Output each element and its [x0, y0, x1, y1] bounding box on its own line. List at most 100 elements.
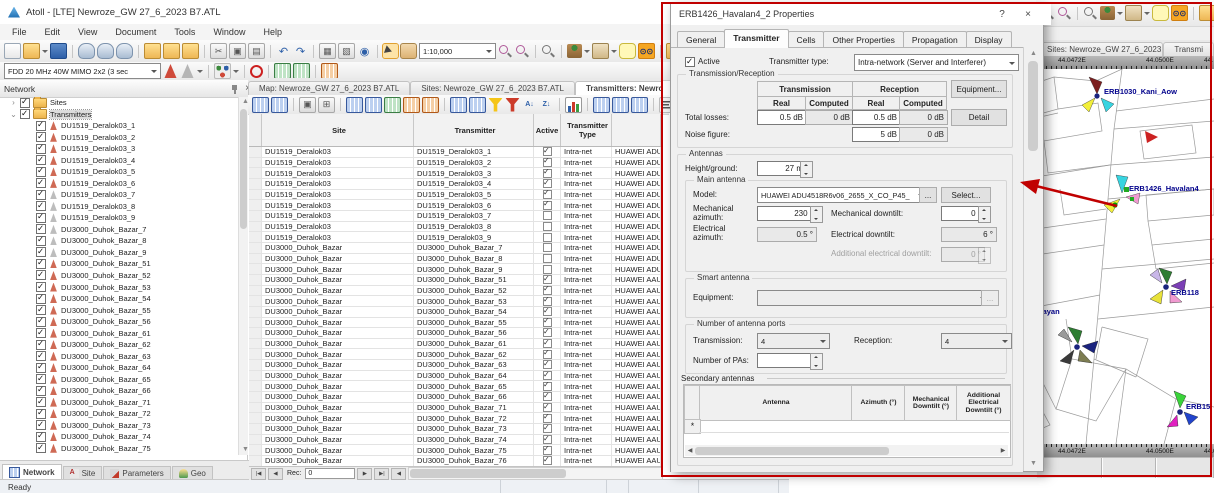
row-selector[interactable] [249, 424, 262, 434]
active-checkbox[interactable] [543, 211, 552, 220]
header-transmitter-type[interactable]: Transmitter Type [561, 114, 612, 146]
tree-item[interactable]: DU1519_Deralok03_1 [0, 120, 238, 132]
tree-checkbox[interactable] [36, 443, 46, 453]
table-hscrollbar[interactable] [408, 467, 663, 480]
tree-item[interactable]: DU3000_Duhok_Bazar_56 [0, 316, 238, 328]
header-equipment[interactable] [612, 114, 661, 146]
sites-table-button[interactable] [274, 63, 291, 79]
active-checkbox[interactable] [543, 169, 552, 178]
tree-checkbox[interactable] [36, 201, 46, 211]
site-pointer-dropdown[interactable] [584, 44, 590, 58]
tree-item[interactable]: DU3000_Duhok_Bazar_71 [0, 396, 238, 408]
dialog-scroll-thumb[interactable] [1028, 61, 1038, 151]
dialog-close-button[interactable]: × [1015, 3, 1041, 25]
database-archive-button[interactable] [116, 43, 133, 59]
tree-checkbox[interactable] [36, 121, 46, 131]
menu-file[interactable]: File [12, 27, 27, 37]
row-selector[interactable] [249, 168, 262, 178]
table-row[interactable]: DU3000_Duhok_Bazar DU3000_Duhok_Bazar_9 … [249, 264, 661, 275]
active-checkbox[interactable] [543, 147, 552, 156]
menu-window[interactable]: Window [213, 27, 245, 37]
table-row[interactable]: DU3000_Duhok_Bazar DU3000_Duhok_Bazar_74… [249, 435, 661, 446]
active-checkbox[interactable] [543, 179, 552, 188]
table-row[interactable]: DU1519_Deralok03 DU1519_Deralok03_8 Intr… [249, 222, 661, 233]
table-row[interactable]: DU1519_Deralok03 DU1519_Deralok03_9 Intr… [249, 232, 661, 243]
measure-dropdown[interactable] [611, 44, 617, 58]
tree-checkbox[interactable] [36, 167, 46, 177]
menu-document[interactable]: Document [115, 27, 156, 37]
tree-checkbox[interactable] [36, 132, 46, 142]
tree-item[interactable]: DU1519_Deralok03_6 [0, 178, 238, 190]
last-record-button[interactable]: ▶| [374, 468, 389, 480]
tree-item[interactable]: DU3000_Duhok_Bazar_74 [0, 431, 238, 443]
number-of-pas-field[interactable] [757, 353, 817, 368]
equipment-button[interactable]: Equipment... [951, 80, 1007, 98]
import-button[interactable] [144, 43, 161, 59]
dialog-tab-other-properties[interactable]: Other Properties [823, 31, 903, 48]
map-measure-button[interactable] [1125, 5, 1142, 21]
tree-checkbox[interactable] [36, 259, 46, 269]
active-checkbox[interactable] [543, 201, 552, 210]
tree-item[interactable]: DU3000_Duhok_Bazar_62 [0, 339, 238, 351]
table-row[interactable]: DU3000_Duhok_Bazar DU3000_Duhok_Bazar_55… [249, 318, 661, 329]
row-selector[interactable] [249, 232, 262, 242]
active-checkbox[interactable] [543, 456, 552, 465]
dialog-tab-propagation[interactable]: Propagation [903, 31, 967, 48]
neighbours-dropdown[interactable] [233, 64, 239, 78]
tree-expander-icon[interactable] [10, 110, 17, 119]
header-site[interactable]: Site [262, 114, 414, 146]
tree-checkbox[interactable] [36, 178, 46, 188]
dialog-help-button[interactable]: ? [989, 3, 1015, 25]
table-row[interactable]: DU3000_Duhok_Bazar DU3000_Duhok_Bazar_64… [249, 371, 661, 382]
row-selector[interactable] [249, 413, 262, 423]
table-row[interactable]: DU3000_Duhok_Bazar DU3000_Duhok_Bazar_8 … [249, 254, 661, 265]
active-checkbox[interactable] [543, 222, 552, 231]
hscroll-left-icon[interactable]: ◀ [391, 468, 406, 480]
table-row[interactable]: DU3000_Duhok_Bazar DU3000_Duhok_Bazar_56… [249, 328, 661, 339]
tree-checkbox[interactable] [36, 386, 46, 396]
noise-figure-real[interactable]: 5 dB [852, 127, 901, 142]
secondary-hscroll-thumb[interactable] [695, 447, 889, 455]
chart-button[interactable] [565, 97, 582, 113]
tree-checkbox[interactable] [36, 432, 46, 442]
total-losses-tx-real[interactable]: 0.5 dB [757, 110, 807, 125]
table-import-button[interactable] [252, 97, 269, 113]
tree-checkbox[interactable] [36, 155, 46, 165]
paste-button[interactable]: ▤ [248, 43, 265, 59]
row-selector[interactable] [249, 286, 262, 296]
menu-tools[interactable]: Tools [174, 27, 195, 37]
dialog-tab-display[interactable]: Display [966, 31, 1012, 48]
zoom-scale-combo[interactable]: 1:10,000 [419, 43, 496, 59]
table-row[interactable]: DU3000_Duhok_Bazar DU3000_Duhok_Bazar_76… [249, 456, 661, 466]
site-pointer-button[interactable] [567, 44, 582, 58]
tree-item[interactable]: DU3000_Duhok_Bazar_54 [0, 293, 238, 305]
panel-tab-geo[interactable]: Geo [172, 466, 213, 480]
ungroup-button[interactable] [612, 97, 629, 113]
active-checkbox[interactable] [543, 275, 552, 284]
model-combo[interactable]: HUAWEI ADU4518R6v06_2655_X_CO_P45_ [757, 187, 928, 203]
active-checkbox[interactable] [543, 382, 552, 391]
row-selector[interactable] [249, 211, 262, 221]
prev-record-button[interactable]: ◀ [268, 468, 283, 480]
tree-item[interactable]: DU3000_Duhok_Bazar_66 [0, 385, 238, 397]
tree-checkbox[interactable] [36, 420, 46, 430]
first-record-button[interactable]: |◀ [251, 468, 266, 480]
tree-item[interactable]: DU1519_Deralok03_7 [0, 189, 238, 201]
smart-equipment-combo[interactable] [757, 290, 990, 306]
table-hscroll-thumb[interactable] [410, 469, 565, 478]
mechanical-azimuth-spinner[interactable] [810, 206, 823, 223]
active-checkbox[interactable] [543, 265, 552, 274]
insert-column-button[interactable] [384, 97, 401, 113]
tree-item[interactable]: DU3000_Duhok_Bazar_8 [0, 235, 238, 247]
grid-button[interactable] [631, 97, 648, 113]
tree-checkbox[interactable] [36, 305, 46, 315]
detail-button[interactable]: Detail [951, 109, 1007, 126]
map-measure-dropdown[interactable] [1144, 6, 1150, 20]
map-find-button[interactable]: ⊙⊙ [1171, 5, 1188, 21]
table-row[interactable]: DU3000_Duhok_Bazar DU3000_Duhok_Bazar_72… [249, 413, 661, 424]
mechanical-downtilt-spinner[interactable] [978, 206, 991, 223]
save-button[interactable] [50, 43, 67, 59]
row-selector[interactable] [249, 445, 262, 455]
dialog-tab-cells[interactable]: Cells [788, 31, 825, 48]
dialog-scroll-up-icon[interactable]: ▲ [1027, 49, 1040, 59]
